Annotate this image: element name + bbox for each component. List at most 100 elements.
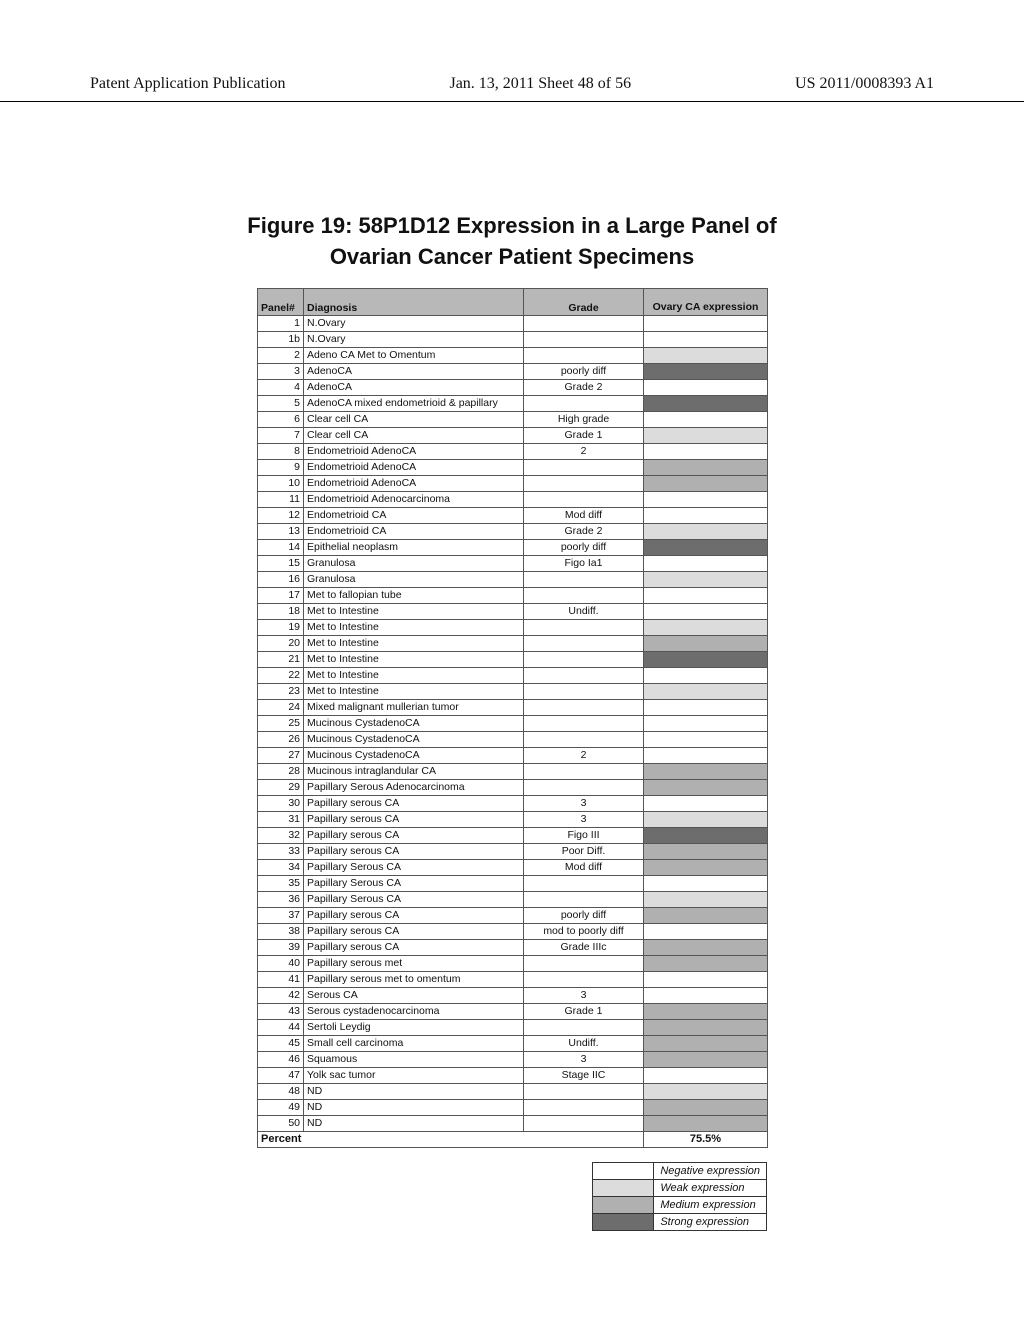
cell-grade: Undiff.: [524, 1035, 644, 1051]
cell-panel: 35: [258, 875, 304, 891]
table-row: 8Endometrioid AdenoCA2: [258, 443, 768, 459]
cell-diagnosis: Papillary Serous CA: [304, 891, 524, 907]
cell-panel: 22: [258, 667, 304, 683]
cell-diagnosis: Mucinous CystadenoCA: [304, 715, 524, 731]
percent-row: Percent 75.5%: [258, 1131, 768, 1147]
cell-diagnosis: Endometrioid Adenocarcinoma: [304, 491, 524, 507]
cell-panel: 15: [258, 555, 304, 571]
cell-diagnosis: Mixed malignant mullerian tumor: [304, 699, 524, 715]
cell-expression: [644, 1115, 768, 1131]
cell-grade: [524, 619, 644, 635]
cell-expression: [644, 619, 768, 635]
table-row: 48ND: [258, 1083, 768, 1099]
cell-expression: [644, 891, 768, 907]
cell-expression: [644, 491, 768, 507]
cell-panel: 45: [258, 1035, 304, 1051]
cell-diagnosis: Serous cystadenocarcinoma: [304, 1003, 524, 1019]
cell-panel: 17: [258, 587, 304, 603]
cell-expression: [644, 315, 768, 331]
cell-panel: 1: [258, 315, 304, 331]
cell-grade: [524, 683, 644, 699]
table-row: 36Papillary Serous CA: [258, 891, 768, 907]
table-row: 37Papillary serous CApoorly diff: [258, 907, 768, 923]
cell-panel: 4: [258, 379, 304, 395]
table-row: 15GranulosaFigo Ia1: [258, 555, 768, 571]
cell-panel: 23: [258, 683, 304, 699]
cell-panel: 28: [258, 763, 304, 779]
table-row: 40Papillary serous met: [258, 955, 768, 971]
cell-panel: 46: [258, 1051, 304, 1067]
header-left: Patent Application Publication: [90, 75, 286, 93]
cell-diagnosis: Met to Intestine: [304, 667, 524, 683]
cell-panel: 30: [258, 795, 304, 811]
legend-label: Weak expression: [654, 1179, 767, 1196]
cell-diagnosis: Papillary serous met: [304, 955, 524, 971]
cell-expression: [644, 1003, 768, 1019]
cell-diagnosis: Granulosa: [304, 571, 524, 587]
table-row: 1bN.Ovary: [258, 331, 768, 347]
cell-diagnosis: Squamous: [304, 1051, 524, 1067]
table-row: 38Papillary serous CAmod to poorly diff: [258, 923, 768, 939]
table-row: 46Squamous3: [258, 1051, 768, 1067]
cell-grade: [524, 1019, 644, 1035]
cell-panel: 34: [258, 859, 304, 875]
table-row: 27Mucinous CystadenoCA2: [258, 747, 768, 763]
cell-expression: [644, 507, 768, 523]
cell-panel: 41: [258, 971, 304, 987]
legend-row: Negative expression: [593, 1162, 767, 1179]
table-row: 20Met to Intestine: [258, 635, 768, 651]
table-row: 39Papillary serous CAGrade IIIc: [258, 939, 768, 955]
cell-diagnosis: Papillary Serous CA: [304, 875, 524, 891]
cell-expression: [644, 843, 768, 859]
cell-diagnosis: AdenoCA: [304, 363, 524, 379]
cell-diagnosis: Endometrioid AdenoCA: [304, 475, 524, 491]
cell-grade: Grade 2: [524, 379, 644, 395]
table-row: 47Yolk sac tumorStage IIC: [258, 1067, 768, 1083]
cell-diagnosis: Papillary Serous CA: [304, 859, 524, 875]
table-row: 29Papillary Serous Adenocarcinoma: [258, 779, 768, 795]
cell-panel: 10: [258, 475, 304, 491]
table-row: 7Clear cell CAGrade 1: [258, 427, 768, 443]
table-row: 49ND: [258, 1099, 768, 1115]
cell-diagnosis: Papillary serous CA: [304, 907, 524, 923]
table-row: 10Endometrioid AdenoCA: [258, 475, 768, 491]
cell-diagnosis: Papillary serous CA: [304, 923, 524, 939]
cell-expression: [644, 731, 768, 747]
col-diagnosis: Diagnosis: [304, 288, 524, 315]
cell-diagnosis: Mucinous CystadenoCA: [304, 747, 524, 763]
table-row: 17Met to fallopian tube: [258, 587, 768, 603]
table-row: 19Met to Intestine: [258, 619, 768, 635]
cell-grade: 3: [524, 811, 644, 827]
cell-grade: [524, 491, 644, 507]
cell-diagnosis: ND: [304, 1099, 524, 1115]
cell-expression: [644, 379, 768, 395]
cell-panel: 25: [258, 715, 304, 731]
cell-diagnosis: Endometrioid AdenoCA: [304, 443, 524, 459]
cell-panel: 8: [258, 443, 304, 459]
table-row: 50ND: [258, 1115, 768, 1131]
cell-panel: 3: [258, 363, 304, 379]
table-row: 35Papillary Serous CA: [258, 875, 768, 891]
cell-grade: Grade IIIc: [524, 939, 644, 955]
cell-grade: [524, 651, 644, 667]
cell-expression: [644, 651, 768, 667]
cell-diagnosis: Mucinous CystadenoCA: [304, 731, 524, 747]
cell-diagnosis: Small cell carcinoma: [304, 1035, 524, 1051]
table-row: 2Adeno CA Met to Omentum: [258, 347, 768, 363]
cell-diagnosis: Met to Intestine: [304, 635, 524, 651]
cell-expression: [644, 395, 768, 411]
cell-expression: [644, 747, 768, 763]
cell-diagnosis: Papillary serous met to omentum: [304, 971, 524, 987]
table-header-row: Panel# Diagnosis Grade Ovary CA expressi…: [258, 288, 768, 315]
table-row: 22Met to Intestine: [258, 667, 768, 683]
cell-diagnosis: Papillary Serous Adenocarcinoma: [304, 779, 524, 795]
table-row: 5AdenoCA mixed endometrioid & papillary: [258, 395, 768, 411]
cell-panel: 18: [258, 603, 304, 619]
table-row: 4AdenoCAGrade 2: [258, 379, 768, 395]
table-row: 9Endometrioid AdenoCA: [258, 459, 768, 475]
cell-diagnosis: Yolk sac tumor: [304, 1067, 524, 1083]
cell-grade: [524, 395, 644, 411]
cell-grade: Undiff.: [524, 603, 644, 619]
cell-panel: 42: [258, 987, 304, 1003]
table-row: 33Papillary serous CAPoor Diff.: [258, 843, 768, 859]
